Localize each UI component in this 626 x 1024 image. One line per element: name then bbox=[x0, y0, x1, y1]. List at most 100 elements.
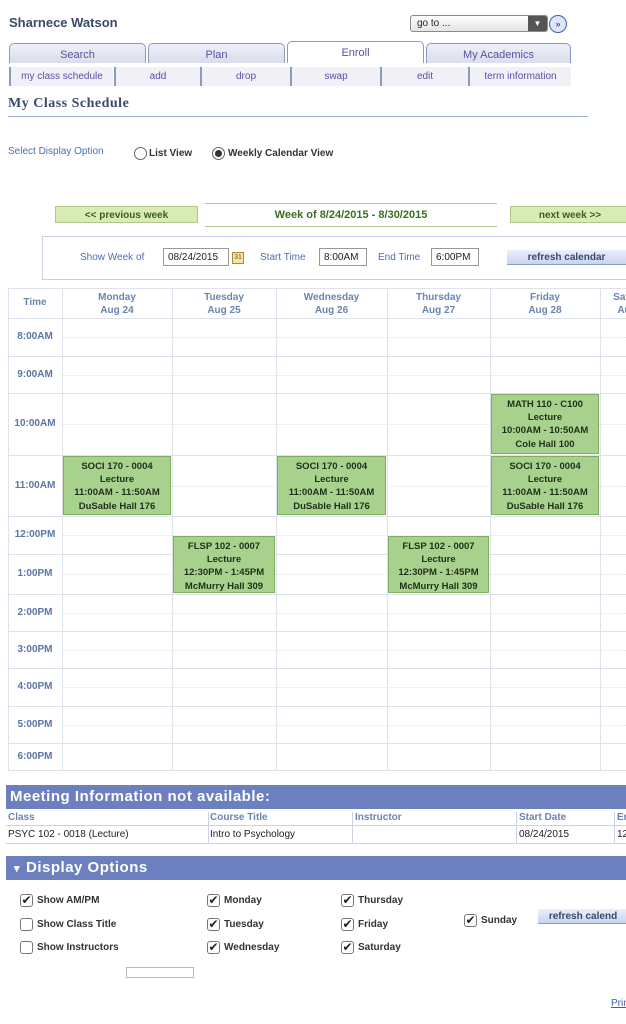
next-week-button[interactable]: next week >> bbox=[510, 206, 626, 223]
grid-row-line bbox=[8, 516, 626, 517]
empty-field[interactable] bbox=[126, 967, 194, 978]
option-checkbox[interactable]: ✔ bbox=[207, 918, 220, 931]
option-label[interactable]: Monday bbox=[224, 895, 262, 906]
time-label: 4:00PM bbox=[17, 681, 53, 692]
subtab-add[interactable]: add bbox=[114, 67, 200, 86]
class-event[interactable]: SOCI 170 - 0004 Lecture 11:00AM - 11:50AM D… bbox=[277, 456, 386, 515]
day-header: Wednesday Aug 26 bbox=[276, 291, 387, 317]
week-label: Week of 8/24/2015 - 8/30/2015 bbox=[205, 203, 497, 227]
option-checkbox[interactable]: ✔ bbox=[341, 918, 354, 931]
cell-end-date: 12 bbox=[617, 829, 626, 840]
user-name: Sharnece Watson bbox=[9, 15, 118, 30]
event-line: MATH 110 - C100 bbox=[507, 399, 583, 410]
col-start-date: Start Date bbox=[519, 812, 567, 823]
grid-row-line bbox=[8, 594, 626, 595]
calendar-icon[interactable]: 31 bbox=[232, 252, 244, 264]
day-name: Satu bbox=[613, 292, 626, 303]
option-checkbox[interactable]: ✔ bbox=[341, 894, 354, 907]
collapse-icon[interactable]: ▾ bbox=[14, 863, 20, 875]
option-label[interactable]: Show Class Title bbox=[37, 919, 116, 930]
option-checkbox[interactable]: ✔ bbox=[207, 894, 220, 907]
class-event[interactable]: MATH 110 - C100 Lecture 10:00AM - 10:50AM C… bbox=[491, 394, 599, 454]
goto-go-icon[interactable]: » bbox=[549, 15, 567, 33]
subtab-term-information[interactable]: term information bbox=[468, 67, 571, 86]
half-hour-line bbox=[62, 612, 626, 614]
option-checkbox[interactable] bbox=[20, 941, 33, 954]
time-label: 5:00PM bbox=[17, 718, 53, 730]
event-line: McMurry Hall 309 bbox=[399, 580, 478, 592]
subtab-my-class-schedule[interactable]: my class schedule bbox=[9, 67, 113, 86]
grid-row-line bbox=[8, 668, 626, 669]
event-line: 11:00AM - 11:50AM bbox=[74, 487, 160, 499]
goto-select[interactable]: go to ... ▼ bbox=[410, 15, 548, 32]
cell-class: PSYC 102 - 0018 (Lecture) bbox=[8, 829, 129, 840]
subtab-drop[interactable]: drop bbox=[200, 67, 290, 86]
tab-enroll[interactable]: Enroll bbox=[287, 41, 424, 63]
option-label[interactable]: Thursday bbox=[358, 895, 403, 906]
day-header: Thursday Aug 27 bbox=[387, 291, 490, 317]
class-event[interactable]: FLSP 102 - 0007 Lecture 12:30PM - 1:45PM Mc… bbox=[173, 536, 275, 593]
tab-search[interactable]: Search bbox=[9, 43, 146, 63]
option-label[interactable]: Sunday bbox=[481, 915, 517, 926]
start-time-input[interactable]: 8:00AM bbox=[319, 248, 367, 266]
list-view-label[interactable]: List View bbox=[149, 148, 192, 159]
column-divider bbox=[352, 812, 353, 843]
half-hour-line bbox=[62, 374, 626, 376]
day-date: Aug 24 bbox=[100, 305, 134, 316]
time-label: 12:00PM bbox=[14, 529, 56, 540]
weekly-view-label[interactable]: Weekly Calendar View bbox=[228, 148, 333, 159]
column-divider bbox=[516, 812, 517, 843]
option-checkbox[interactable] bbox=[20, 918, 33, 931]
previous-week-button[interactable]: << previous week bbox=[55, 206, 198, 223]
option-label[interactable]: Saturday bbox=[358, 942, 401, 953]
list-view-radio[interactable] bbox=[134, 147, 147, 160]
option-checkbox[interactable]: ✔ bbox=[207, 941, 220, 954]
refresh-calendar-button[interactable]: refresh calendar bbox=[507, 250, 626, 265]
event-line: DuSable Hall 176 bbox=[293, 500, 370, 512]
time-label: 8:00AM bbox=[17, 331, 53, 342]
refresh-calendar-button-2[interactable]: refresh calend bbox=[538, 909, 626, 924]
grid-row-line bbox=[8, 288, 626, 289]
time-label: 11:00AM bbox=[14, 479, 56, 491]
grid-row-line bbox=[8, 743, 626, 744]
event-line: SOCI 170 - 0004 bbox=[81, 461, 153, 472]
time-label: 2:00PM bbox=[17, 606, 53, 618]
show-week-input[interactable]: 08/24/2015 bbox=[163, 248, 229, 266]
class-event[interactable]: FLSP 102 - 0007 Lecture 12:30PM - 1:45PM Mc… bbox=[388, 536, 489, 593]
event-line: FLSP 102 - 0007 bbox=[187, 541, 261, 552]
class-event[interactable]: SOCI 170 - 0004 Lecture 11:00AM - 11:50AM D… bbox=[491, 456, 599, 515]
day-header: Satu Au bbox=[600, 291, 626, 317]
option-label[interactable]: Tuesday bbox=[224, 919, 264, 930]
col-class: Class bbox=[8, 812, 35, 823]
option-label[interactable]: Friday bbox=[358, 919, 388, 930]
day-date: Au bbox=[617, 305, 626, 316]
day-date: Aug 26 bbox=[314, 305, 349, 316]
subtab-swap[interactable]: swap bbox=[290, 67, 380, 86]
subtab-edit[interactable]: edit bbox=[380, 67, 468, 86]
class-event[interactable]: SOCI 170 - 0004 Lecture 11:00AM - 11:50AM D… bbox=[63, 456, 171, 515]
option-checkbox[interactable]: ✔ bbox=[20, 894, 33, 907]
time-label: 1:00PM bbox=[17, 568, 53, 579]
grid-row-line bbox=[8, 554, 626, 555]
option-checkbox[interactable]: ✔ bbox=[464, 914, 477, 927]
display-options-header[interactable]: ▾ Display Options bbox=[6, 856, 626, 880]
grid-column-line bbox=[490, 288, 491, 770]
option-label[interactable]: Show AM/PM bbox=[37, 895, 99, 906]
day-header: Friday Aug 28 bbox=[490, 291, 600, 317]
event-line: McMurry Hall 309 bbox=[184, 580, 264, 592]
event-line: Lecture bbox=[206, 554, 242, 566]
print-link[interactable]: Prin bbox=[611, 998, 626, 1009]
option-checkbox[interactable]: ✔ bbox=[341, 941, 354, 954]
weekly-view-radio[interactable] bbox=[212, 147, 225, 160]
option-label[interactable]: Show Instructors bbox=[37, 942, 119, 953]
start-time-label: Start Time bbox=[260, 252, 306, 263]
event-line: Lecture bbox=[527, 412, 563, 424]
tab-plan[interactable]: Plan bbox=[148, 43, 285, 63]
half-hour-line bbox=[62, 535, 626, 536]
event-line: DuSable Hall 176 bbox=[78, 500, 156, 512]
option-label[interactable]: Wednesday bbox=[224, 942, 279, 953]
tab-my-academics[interactable]: My Academics bbox=[426, 43, 571, 63]
end-time-input[interactable]: 6:00PM bbox=[431, 248, 479, 266]
grid-row-line bbox=[8, 706, 626, 707]
grid-column-line bbox=[276, 288, 277, 770]
